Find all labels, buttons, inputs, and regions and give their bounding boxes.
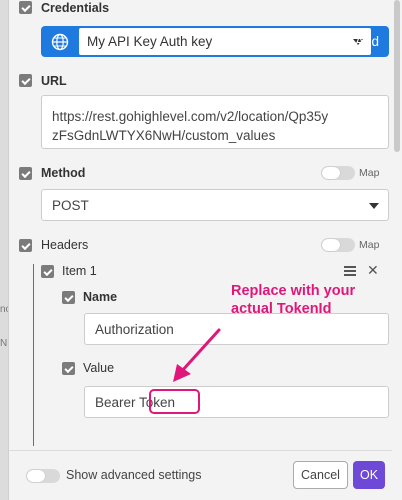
annotation-callout: Replace with your actual TokenId (231, 282, 355, 318)
value-label: Value (83, 361, 115, 375)
value-prefix: Bearer (95, 395, 140, 410)
credentials-checkbox-icon[interactable] (19, 1, 32, 14)
item-checkbox-icon[interactable] (41, 265, 54, 278)
chevron-down-icon (369, 203, 379, 209)
method-value: POST (52, 198, 89, 213)
method-checkbox-icon[interactable] (19, 167, 32, 180)
menu-icon[interactable] (344, 266, 356, 278)
close-icon[interactable]: ✕ (367, 262, 379, 279)
cancel-button[interactable]: Cancel (293, 461, 348, 489)
name-checkbox-icon[interactable] (62, 291, 75, 304)
url-input[interactable]: https://rest.gohighlevel.com/v2/location… (41, 95, 389, 149)
ok-button[interactable]: OK (353, 461, 385, 489)
url-label: URL (41, 74, 67, 88)
scrollbar[interactable] (392, 0, 402, 500)
method-select[interactable]: POST (41, 189, 389, 221)
headers-checkbox-icon[interactable] (19, 239, 32, 252)
name-label: Name (83, 290, 118, 304)
method-map-label: Map (359, 167, 380, 179)
method-map-toggle[interactable] (321, 166, 355, 180)
background-fragment: N (0, 338, 8, 349)
headers-map-label: Map (359, 239, 380, 251)
url-checkbox-icon[interactable] (19, 74, 32, 87)
headers-tree-line (33, 264, 34, 446)
headers-map-toggle[interactable] (321, 238, 355, 252)
scrollbar-thumb[interactable] (394, 0, 400, 152)
annotation-line-1: Replace with your (231, 283, 356, 299)
advanced-settings-label: Show advanced settings (66, 468, 202, 482)
url-line-1: https://rest.gohighlevel.com/v2/location… (52, 109, 329, 124)
url-line-2: zFsGdnLWTYX6NwH/custom_values (52, 128, 276, 143)
add-connection-button[interactable]: Add (345, 26, 389, 57)
module-settings-panel: Credentials My API Key Auth key Add URL … (8, 0, 402, 500)
connection-picker: My API Key Auth key Add (41, 26, 389, 57)
header-value-input[interactable]: Bearer Token (84, 386, 389, 418)
globe-icon (41, 26, 79, 57)
connection-select[interactable]: My API Key Auth key (79, 28, 371, 55)
value-checkbox-icon[interactable] (62, 362, 75, 375)
connection-value: My API Key Auth key (87, 34, 213, 49)
headers-label: Headers (41, 238, 89, 252)
token-highlight-box (149, 389, 200, 414)
annotation-line-2: actual TokenId (231, 301, 332, 317)
item-label: Item 1 (62, 264, 97, 278)
advanced-settings-toggle[interactable] (26, 469, 60, 483)
method-label: Method (41, 166, 86, 180)
footer-bar: Show advanced settings Cancel OK (9, 450, 402, 500)
annotation-arrow-icon (173, 328, 221, 382)
credentials-label: Credentials (41, 1, 110, 15)
